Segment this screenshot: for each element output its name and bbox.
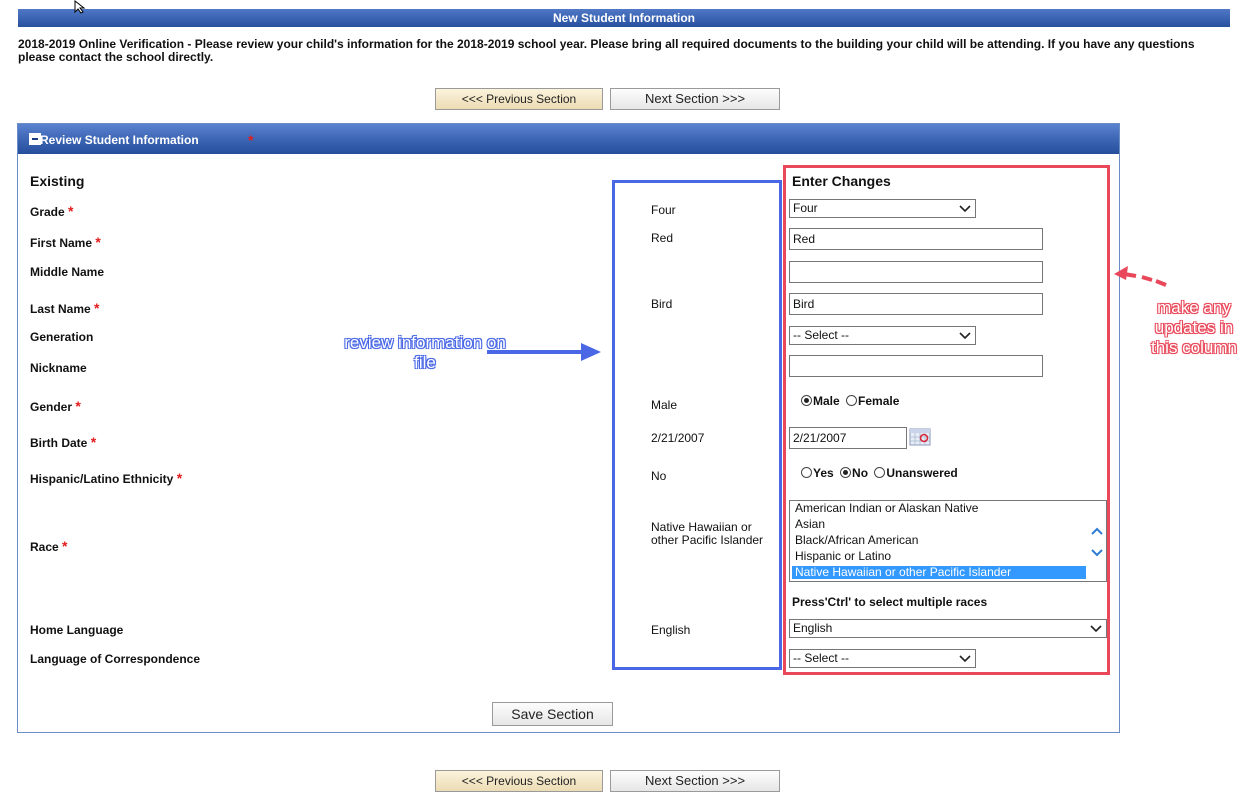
gender-label: Gender * (30, 398, 81, 414)
save-section-button[interactable]: Save Section (492, 702, 613, 726)
panel-header: Review Student Information * (18, 124, 1119, 154)
existing-column-header: Existing (30, 173, 85, 189)
nickname-label: Nickname (30, 361, 87, 375)
page-title-bar: New Student Information (18, 9, 1230, 27)
next-section-button-bottom[interactable]: Next Section >>> (610, 770, 780, 792)
middle-name-label: Middle Name (30, 265, 105, 279)
update-note: make any updates in this column (1151, 298, 1237, 357)
race-label: Race * (30, 538, 68, 554)
last-name-label: Last Name * (30, 300, 100, 316)
arrow-right-icon (487, 343, 601, 361)
review-highlight-box (612, 180, 782, 670)
page-title: New Student Information (553, 11, 695, 25)
required-asterisk: * (248, 132, 254, 148)
home-language-label: Home Language (30, 623, 124, 637)
mouse-cursor-icon (74, 0, 86, 14)
next-section-button-top[interactable]: Next Section >>> (610, 88, 780, 110)
collapse-icon[interactable] (29, 133, 41, 145)
panel-title: Review Student Information (40, 133, 199, 147)
instructions-text: 2018-2019 Online Verification - Please r… (18, 37, 1195, 64)
previous-section-button-bottom[interactable]: <<< Previous Section (435, 770, 603, 792)
correspondence-language-label: Language of Correspondence (30, 652, 201, 666)
previous-section-button-top[interactable]: <<< Previous Section (435, 88, 603, 110)
grade-label: Grade * (30, 203, 74, 219)
update-highlight-box (783, 165, 1110, 675)
generation-label: Generation (30, 330, 94, 344)
first-name-label: First Name * (30, 234, 101, 250)
dashed-arrow-left-icon (1114, 266, 1167, 287)
birth-date-label: Birth Date * (30, 434, 97, 450)
ethnicity-label: Hispanic/Latino Ethnicity * (30, 470, 183, 486)
